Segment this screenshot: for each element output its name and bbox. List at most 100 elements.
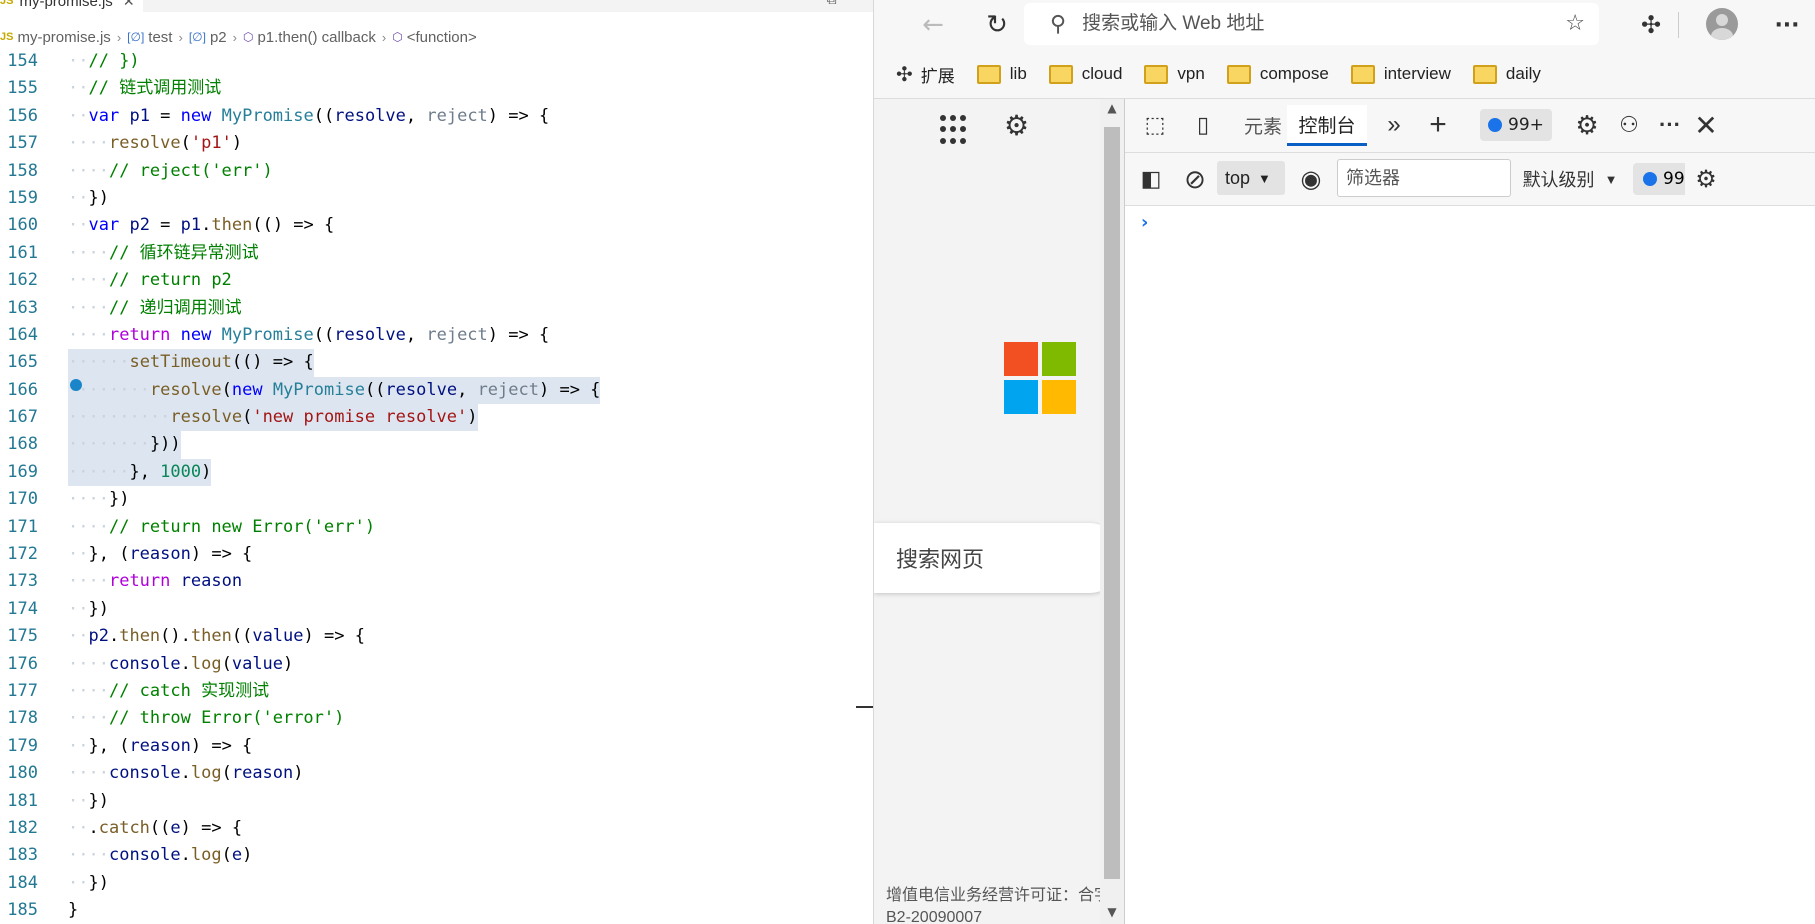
log-level-select[interactable]: 默认级别 ▼ — [1521, 161, 1619, 197]
code-line[interactable]: 178 ····// throw Error('error') — [0, 705, 874, 732]
gear-icon[interactable]: ⚙ — [1569, 107, 1605, 143]
line-number: 172 — [7, 544, 38, 565]
folder-icon — [1226, 64, 1251, 84]
gear-icon[interactable]: ⚙ — [1004, 109, 1029, 142]
code-line[interactable]: 166 ········resolve(new MyPromise((resolv… — [0, 376, 874, 405]
line-number: 170 — [7, 489, 38, 510]
code-text: ··// }) — [68, 51, 140, 71]
code-line[interactable]: 172 ··}, (reason) => { — [0, 541, 874, 568]
code-text: ········})) — [68, 431, 181, 459]
breakpoint-icon[interactable] — [70, 379, 82, 391]
back-button[interactable]: ← — [916, 8, 950, 42]
breadcrumb-function[interactable]: ⬡ <function> — [392, 29, 477, 46]
refresh-button[interactable]: ↻ — [980, 8, 1014, 42]
code-area[interactable]: 154 ··// }) 155 ··// 链式调用测试 156 ··var p1 = ne… — [0, 48, 874, 924]
gear-icon[interactable]: ⚙ — [1689, 161, 1723, 197]
code-text: ····console.log(reason) — [68, 763, 304, 784]
code-line[interactable]: 174 ··}) — [0, 596, 874, 623]
code-line[interactable]: 171 ····// return new Error('err') — [0, 514, 874, 541]
split-editor-icon[interactable]: ⧉ — [827, 0, 837, 8]
eye-icon[interactable]: ◉ — [1293, 161, 1329, 197]
code-text: ····// reject('err') — [68, 160, 273, 181]
more-icon[interactable]: ··· — [1655, 107, 1685, 143]
address-bar[interactable]: ⚲ ☆ — [1024, 3, 1599, 45]
bookmark-folder-compose[interactable]: compose — [1226, 64, 1329, 84]
code-line[interactable]: 156 ··var p1 = new MyPromise((resolve, re… — [0, 103, 874, 130]
bookmark-folder-daily[interactable]: daily — [1472, 64, 1541, 84]
code-line[interactable]: 167 ··········resolve('new promise resolv… — [0, 404, 874, 432]
code-line[interactable]: 159 ··}) — [0, 185, 874, 212]
logo-square-yellow — [1042, 380, 1076, 414]
issues-badge[interactable]: 99+ — [1480, 109, 1552, 141]
page-scrollbar[interactable]: ▲ ▼ — [1100, 99, 1124, 924]
close-icon[interactable]: ✕ — [1689, 107, 1723, 143]
more-tabs-icon[interactable]: » — [1379, 107, 1409, 143]
code-line[interactable]: 165 ······setTimeout(() => { — [0, 349, 874, 377]
add-favorite-icon[interactable]: ☆ — [1565, 11, 1585, 36]
clear-console-icon[interactable]: ⊘ — [1177, 161, 1213, 197]
code-line[interactable]: 164 ····return new MyPromise((resolve, re… — [0, 322, 874, 349]
code-line[interactable]: 168 ········})) — [0, 431, 874, 459]
code-line[interactable]: 177 ····// catch 实现测试 — [0, 678, 874, 705]
scrollbar-thumb[interactable] — [1104, 127, 1120, 879]
close-icon[interactable]: ✕ — [123, 0, 135, 10]
code-line[interactable]: 181 ··}) — [0, 788, 874, 815]
breadcrumb-test[interactable]: [∅] test — [127, 29, 172, 46]
bookmark-folder-lib[interactable]: lib — [976, 64, 1027, 84]
bookmark-folder-interview[interactable]: interview — [1350, 64, 1451, 84]
address-input[interactable] — [1080, 12, 1525, 36]
web-search-box[interactable]: 搜索网页 — [874, 523, 1124, 593]
breadcrumb-file[interactable]: JS my-promise.js — [0, 29, 111, 46]
code-line[interactable]: 185} — [0, 897, 874, 924]
code-text: ····// 递归调用测试 — [68, 297, 242, 318]
tab-console[interactable]: 控制台 — [1287, 105, 1367, 146]
code-line[interactable]: 169 ······}, 1000) — [0, 458, 874, 487]
bookmark-folder-vpn[interactable]: vpn — [1144, 64, 1205, 84]
customize-icon[interactable]: ⚇ — [1611, 107, 1647, 143]
code-line[interactable]: 180 ····console.log(reason) — [0, 760, 874, 787]
code-line[interactable]: 163 ····// 递归调用测试 — [0, 295, 874, 322]
code-line[interactable]: 175 ··p2.then().then((value) => { — [0, 623, 874, 650]
code-line[interactable]: 160 ··var p2 = p1.then(() => { — [0, 212, 874, 239]
code-line[interactable]: 155 ··// 链式调用测试 — [0, 75, 874, 102]
bookmark-folder-cloud[interactable]: cloud — [1048, 64, 1123, 84]
code-line[interactable]: 170 ····}) — [0, 486, 874, 513]
scroll-down-icon[interactable]: ▼ — [1100, 905, 1124, 919]
context-select[interactable]: top ▼ — [1217, 161, 1285, 195]
code-line[interactable]: 158 ····// reject('err') — [0, 158, 874, 185]
device-emulation-icon[interactable]: ▯ — [1185, 107, 1221, 143]
breadcrumb-callback[interactable]: ⬡ p1.then() callback — [243, 29, 376, 46]
code-line[interactable]: 173 ····return reason — [0, 568, 874, 595]
editor-tab[interactable]: JS my-promise.js ✕ — [0, 0, 143, 12]
folder-icon — [1350, 64, 1375, 84]
inspect-element-icon[interactable]: ⬚ — [1137, 107, 1173, 143]
extensions-icon[interactable]: ✣ — [1634, 8, 1668, 42]
filter-input[interactable] — [1337, 159, 1511, 197]
more-icon[interactable]: ··· — [1770, 8, 1804, 42]
apps-grid-icon[interactable] — [940, 115, 970, 145]
avatar[interactable] — [1706, 8, 1738, 40]
more-actions-icon[interactable]: ··· — [853, 0, 866, 8]
code-line[interactable]: 157 ····resolve('p1') — [0, 130, 874, 157]
line-number: 180 — [7, 763, 38, 784]
message-icon — [1643, 172, 1657, 186]
console-issues-badge[interactable]: 99 — [1633, 163, 1685, 195]
bookmark-extensions[interactable]: ✣ 扩展 — [896, 62, 955, 87]
code-line[interactable]: 184 ··}) — [0, 870, 874, 897]
breadcrumb-label: my-promise.js — [17, 28, 111, 46]
code-line[interactable]: 161 ····// 循环链异常测试 — [0, 240, 874, 267]
code-line[interactable]: 176 ····console.log(value) — [0, 651, 874, 678]
bookmark-label: cloud — [1081, 64, 1123, 83]
tab-elements[interactable]: 元素 — [1235, 107, 1291, 143]
breadcrumb-p2[interactable]: [∅] p2 — [189, 29, 227, 46]
console-sidebar-icon[interactable]: ◧ — [1133, 161, 1169, 197]
code-line[interactable]: 183 ····console.log(e) — [0, 842, 874, 869]
console-prompt[interactable]: › — [1141, 212, 1148, 233]
code-line[interactable]: 162 ····// return p2 — [0, 267, 874, 294]
code-line[interactable]: 154 ··// }) — [0, 48, 874, 75]
code-text: ····return new MyPromise((resolve, rejec… — [68, 324, 550, 345]
code-line[interactable]: 179 ··}, (reason) => { — [0, 733, 874, 760]
code-line[interactable]: 182 ··.catch((e) => { — [0, 815, 874, 842]
scroll-up-icon[interactable]: ▲ — [1100, 101, 1124, 115]
add-tab-icon[interactable]: + — [1421, 107, 1455, 143]
